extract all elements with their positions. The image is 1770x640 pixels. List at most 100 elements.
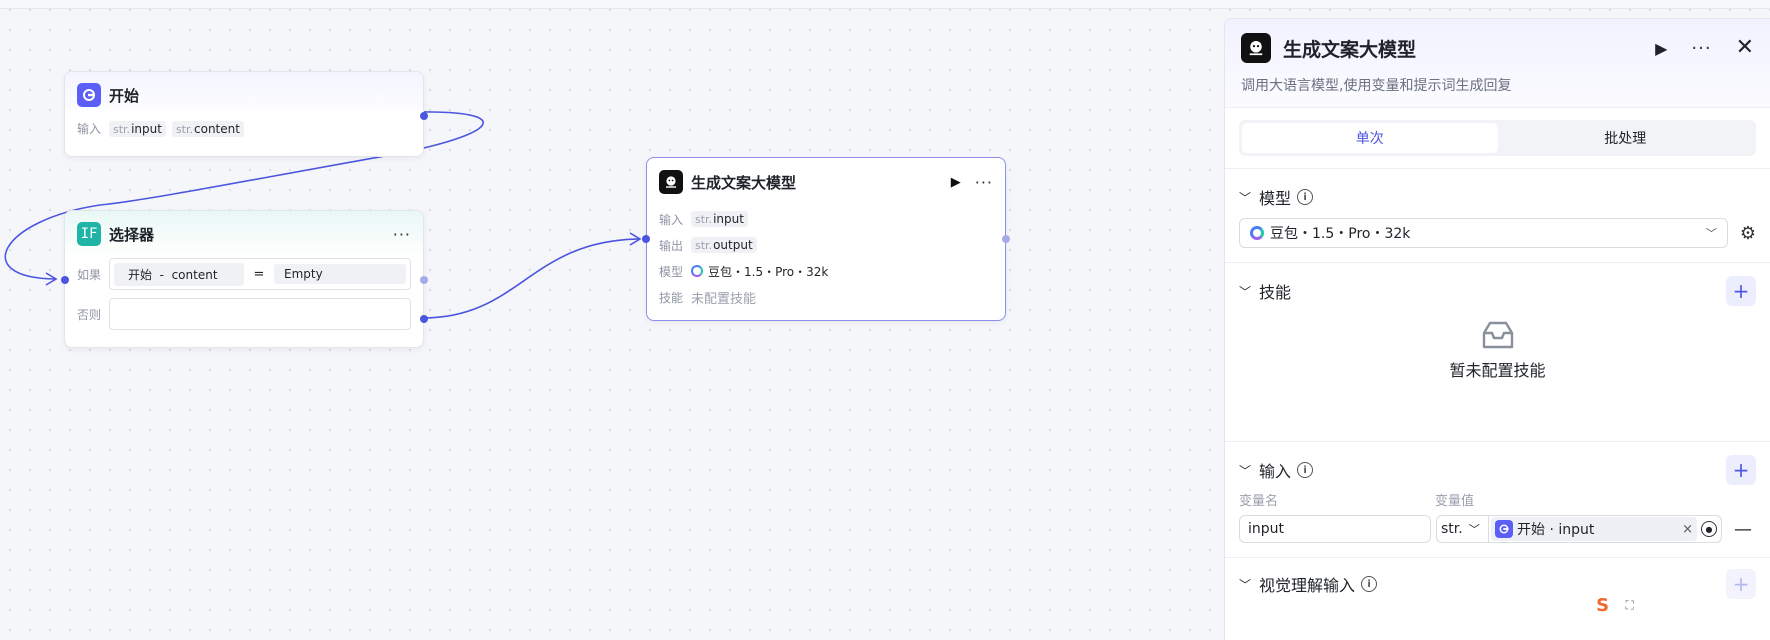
else-box[interactable]	[109, 298, 411, 330]
chevron-down-icon: ﹀	[1468, 523, 1480, 536]
start-output-tag-content: str.content	[171, 120, 244, 137]
tab-single[interactable]: 单次	[1242, 123, 1498, 153]
variable-ref-chip[interactable]: 开始 · input ×	[1491, 517, 1697, 541]
panel-more-icon[interactable]: ···	[1691, 38, 1711, 59]
node-config-panel: 生成文案大模型 ▶ ··· ✕ 调用大语言模型,使用变量和提示词生成回复 单次 …	[1224, 18, 1770, 640]
panel-description[interactable]: 调用大语言模型,使用变量和提示词生成回复	[1241, 75, 1754, 95]
model-section-title: 模型	[1259, 189, 1292, 208]
start-output-tag-input: str.input	[109, 120, 166, 137]
input-section: ﹀ 输入 i + 变量名 变量值 input str. ﹀ 开始 · input …	[1225, 442, 1770, 557]
model-select[interactable]: 豆包・1.5・Pro・32k ﹀	[1239, 218, 1728, 248]
remove-input-icon[interactable]: —	[1734, 519, 1752, 540]
llm-node[interactable]: 生成文案大模型 ▶ ··· 输入 str.input 输出 str.output…	[642, 157, 1010, 321]
skill-section-title: 技能	[1259, 283, 1292, 302]
selector-node-title: 选择器	[109, 225, 155, 244]
info-icon[interactable]: i	[1297, 462, 1314, 478]
llm-skill-value: 未配置技能	[691, 291, 757, 307]
else-label: 否则	[77, 307, 102, 322]
start-output-port[interactable]	[420, 112, 428, 120]
selector-node[interactable]: IF 选择器 ··· 如果 开始 - content = Empty 否则	[61, 210, 428, 348]
llm-input-label: 输入	[659, 212, 684, 227]
chevron-down-icon: ﹀	[1705, 227, 1717, 240]
type-select[interactable]: str. ﹀	[1437, 516, 1489, 542]
empty-inbox-icon	[1482, 321, 1513, 349]
llm-output-tag: str.output	[691, 237, 757, 253]
vision-section: ﹀ 视觉理解输入 i +	[1225, 558, 1770, 612]
clear-icon[interactable]: ×	[1682, 522, 1693, 537]
variable-picker-icon[interactable]: ●	[1701, 521, 1717, 537]
llm-output-port[interactable]	[1002, 235, 1010, 243]
input-section-title: 输入	[1259, 462, 1292, 481]
tab-batch[interactable]: 批处理	[1498, 123, 1754, 153]
llm-run-icon[interactable]: ▶	[951, 175, 961, 190]
vision-section-title: 视觉理解输入	[1259, 576, 1356, 595]
collapse-chevron-icon[interactable]: ﹀	[1239, 576, 1251, 593]
start-node-title: 开始	[109, 86, 140, 105]
selector-else-row: 否则	[65, 297, 423, 331]
llm-skill-row: 技能 未配置技能	[647, 284, 1005, 310]
panel-run-icon[interactable]: ▶	[1655, 39, 1667, 58]
skill-section: ﹀ 技能 + 暂未配置技能	[1225, 263, 1770, 441]
llm-more-icon[interactable]: ···	[975, 173, 993, 192]
condition-box[interactable]: 开始 - content = Empty	[109, 258, 411, 290]
col-variable-name: 变量名	[1239, 494, 1279, 509]
llm-input-port[interactable]	[642, 235, 650, 243]
llm-skill-label: 技能	[659, 290, 684, 305]
expand-icon: ⛶	[1625, 597, 1634, 612]
collapse-chevron-icon[interactable]: ﹀	[1239, 189, 1251, 206]
panel-close-icon[interactable]: ✕	[1736, 37, 1754, 59]
panel-header: 生成文案大模型 ▶ ··· ✕ 调用大语言模型,使用变量和提示词生成回复	[1225, 19, 1770, 107]
selector-if-row: 如果 开始 - content = Empty	[65, 257, 423, 291]
ime-floating-icon[interactable]: S ⛶	[1588, 592, 1642, 618]
panel-title[interactable]: 生成文案大模型	[1283, 35, 1416, 62]
edge-else-to-llm	[422, 238, 641, 319]
llm-model-label: 模型	[659, 264, 684, 279]
if-label: 如果	[77, 267, 102, 282]
top-toolbar-edge	[0, 0, 1770, 9]
edge-if-arrowhead	[45, 272, 58, 286]
llm-model-value: 豆包・1.5・Pro・32k	[708, 264, 829, 279]
if-icon: IF	[77, 222, 101, 246]
condition-right[interactable]: Empty	[274, 264, 406, 284]
selector-else-port[interactable]	[420, 315, 428, 323]
info-icon[interactable]: i	[1297, 189, 1314, 205]
llm-input-tag: str.input	[691, 211, 748, 227]
selector-if-port[interactable]	[420, 276, 428, 284]
start-node-inputs: 输入 str.input str.content	[65, 120, 423, 137]
divider	[1225, 107, 1770, 108]
run-mode-tabs: 单次 批处理	[1239, 120, 1756, 156]
start-input-label: 输入	[77, 122, 102, 136]
selector-input-port[interactable]	[61, 276, 69, 284]
variable-name-input[interactable]: input	[1239, 515, 1431, 543]
llm-output-row: 输出 str.output	[647, 232, 1005, 258]
collapse-chevron-icon[interactable]: ﹀	[1239, 283, 1251, 300]
llm-input-row: 输入 str.input	[647, 206, 1005, 232]
llm-node-title: 生成文案大模型	[691, 173, 797, 192]
skill-empty-text: 暂未配置技能	[1449, 361, 1546, 380]
variable-ref-value: 开始 · input	[1517, 522, 1595, 538]
selector-more-icon[interactable]: ···	[393, 225, 411, 244]
info-icon[interactable]: i	[1361, 576, 1378, 592]
start-node[interactable]: 开始 输入 str.input str.content	[64, 71, 428, 157]
add-input-button[interactable]: +	[1726, 455, 1756, 485]
collapse-chevron-icon[interactable]: ﹀	[1239, 462, 1251, 479]
llm-output-label: 输出	[659, 238, 684, 253]
model-section: ﹀ 模型 i 豆包・1.5・Pro・32k ﹀ ⚙	[1225, 169, 1770, 262]
col-variable-value: 变量值	[1435, 494, 1475, 509]
llm-model-icon	[659, 170, 683, 194]
llm-model-row: 模型 豆包・1.5・Pro・32k	[647, 258, 1005, 284]
selector-node-header: IF 选择器 ···	[65, 211, 423, 257]
start-node-header: 开始	[65, 72, 423, 118]
model-settings-icon[interactable]: ⚙	[1740, 223, 1756, 244]
llm-node-header: 生成文案大模型 ▶ ···	[647, 158, 1005, 206]
add-skill-button[interactable]: +	[1726, 276, 1756, 306]
start-icon	[77, 83, 101, 107]
add-vision-input-button[interactable]: +	[1726, 569, 1756, 599]
start-icon	[1495, 520, 1513, 538]
condition-operator[interactable]: =	[244, 267, 274, 282]
doubao-icon	[1250, 226, 1264, 240]
doubao-icon	[691, 265, 703, 277]
condition-left[interactable]: 开始 - content	[114, 262, 244, 286]
edge-llm-arrowhead	[629, 232, 642, 246]
sogou-s-icon: S	[1596, 594, 1610, 616]
